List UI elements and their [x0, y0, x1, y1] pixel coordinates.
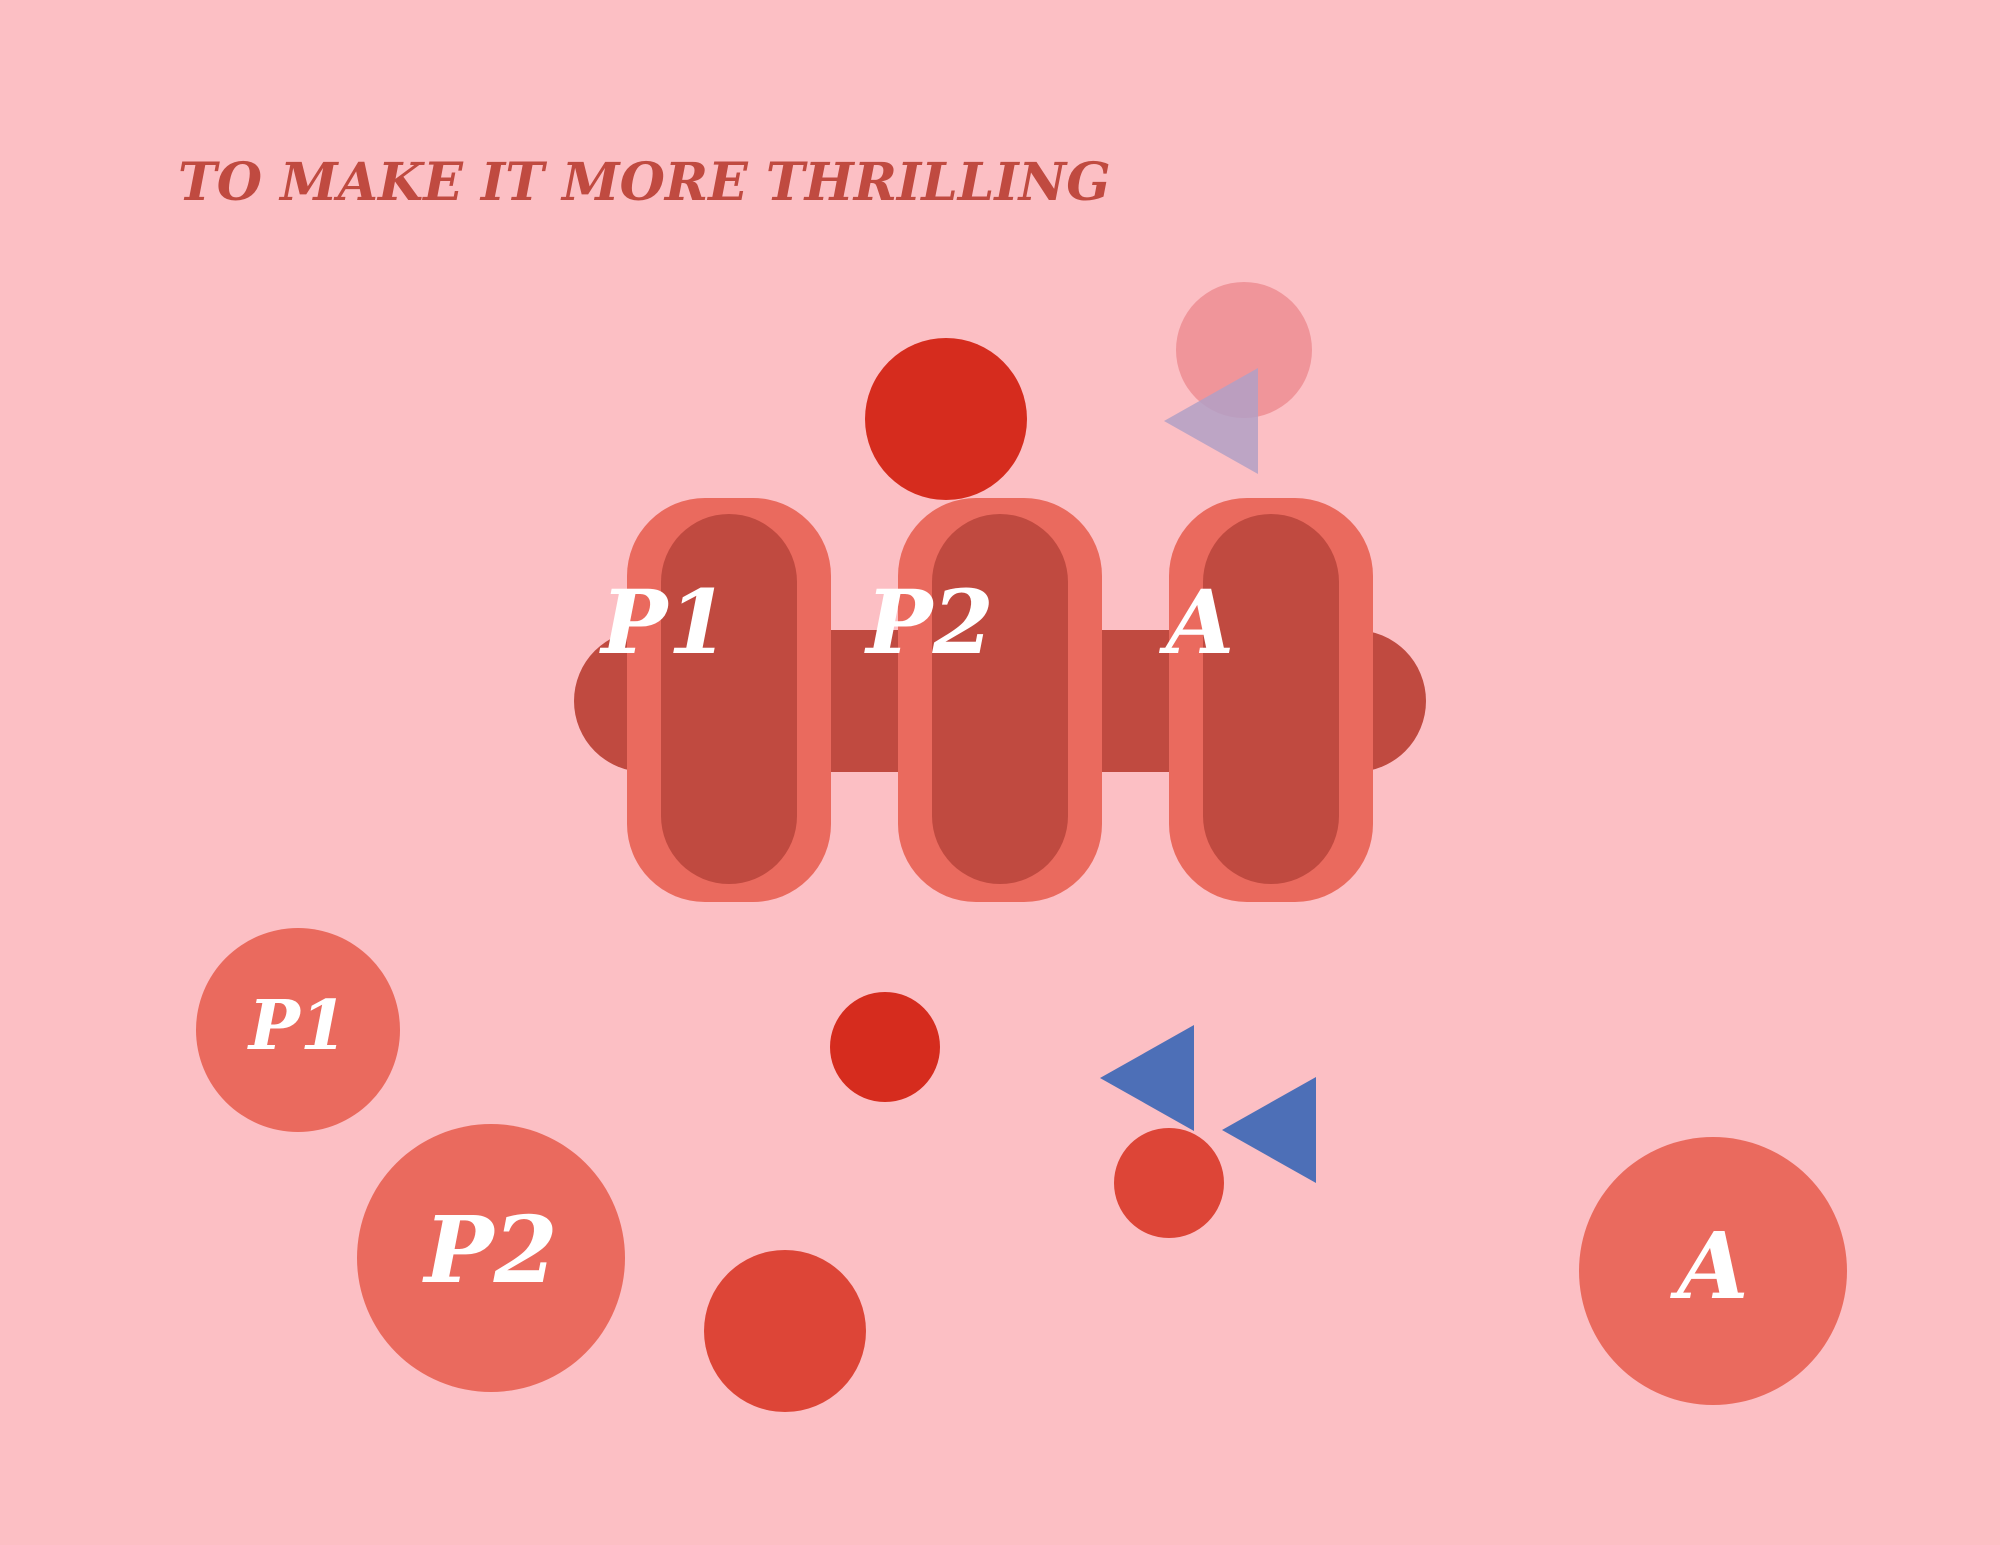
triangle-left-icon[interactable]: [1100, 1025, 1194, 1131]
page-title: TO MAKE IT MORE THRILLING: [178, 152, 1111, 213]
lane-p2-label: P2: [866, 570, 994, 674]
ball-icon[interactable]: [865, 338, 1027, 500]
ball-icon[interactable]: [704, 1250, 866, 1412]
game-board: TO MAKE IT MORE THRILLING P1 P2 A P1 P2 …: [0, 0, 2000, 1545]
lane-a-label: A: [1165, 570, 1235, 674]
token-p2-label: P2: [424, 1196, 558, 1304]
triangle-left-icon[interactable]: [1222, 1077, 1316, 1183]
token-a-label: A: [1677, 1212, 1749, 1320]
ball-icon[interactable]: [830, 992, 940, 1102]
ball-icon[interactable]: [1114, 1128, 1224, 1238]
token-p1-label: P1: [248, 986, 348, 1066]
lane-p1-label: P1: [601, 570, 729, 674]
faded-triangle-left-icon: [1164, 368, 1258, 474]
